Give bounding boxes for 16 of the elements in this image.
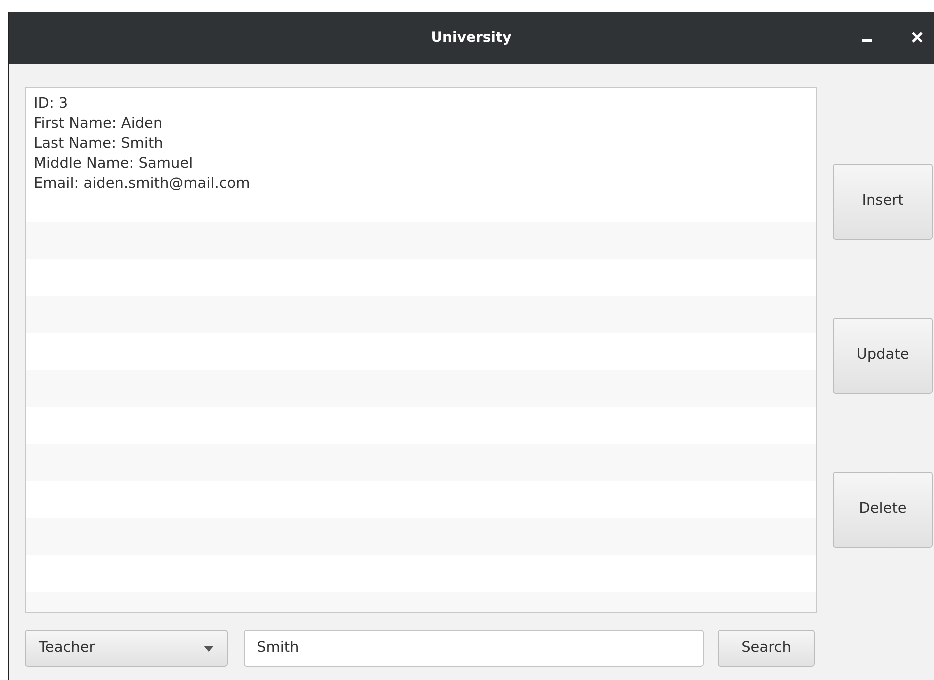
search-field[interactable]: Smith <box>244 630 704 667</box>
close-icon[interactable] <box>912 32 923 43</box>
action-button[interactable]: Update <box>833 318 933 394</box>
action-button[interactable]: Delete <box>833 472 933 548</box>
caret-icon <box>204 646 214 652</box>
category-dropdown[interactable]: Teacher <box>25 630 228 667</box>
record-field: ID: 3 <box>34 94 808 114</box>
record-field: First Name: Aiden <box>34 114 808 134</box>
record-field: Last Name: Smith <box>34 134 808 154</box>
action-button[interactable]: Insert <box>833 164 933 240</box>
record-field: Middle Name: Samuel <box>34 154 808 174</box>
minimize-icon[interactable] <box>862 39 872 43</box>
record-field: Email: aiden.smith@mail.com <box>34 174 808 194</box>
search-button[interactable]: Search <box>718 630 815 667</box>
window-title: University <box>431 28 512 48</box>
search-input[interactable]: Smith <box>257 638 691 660</box>
